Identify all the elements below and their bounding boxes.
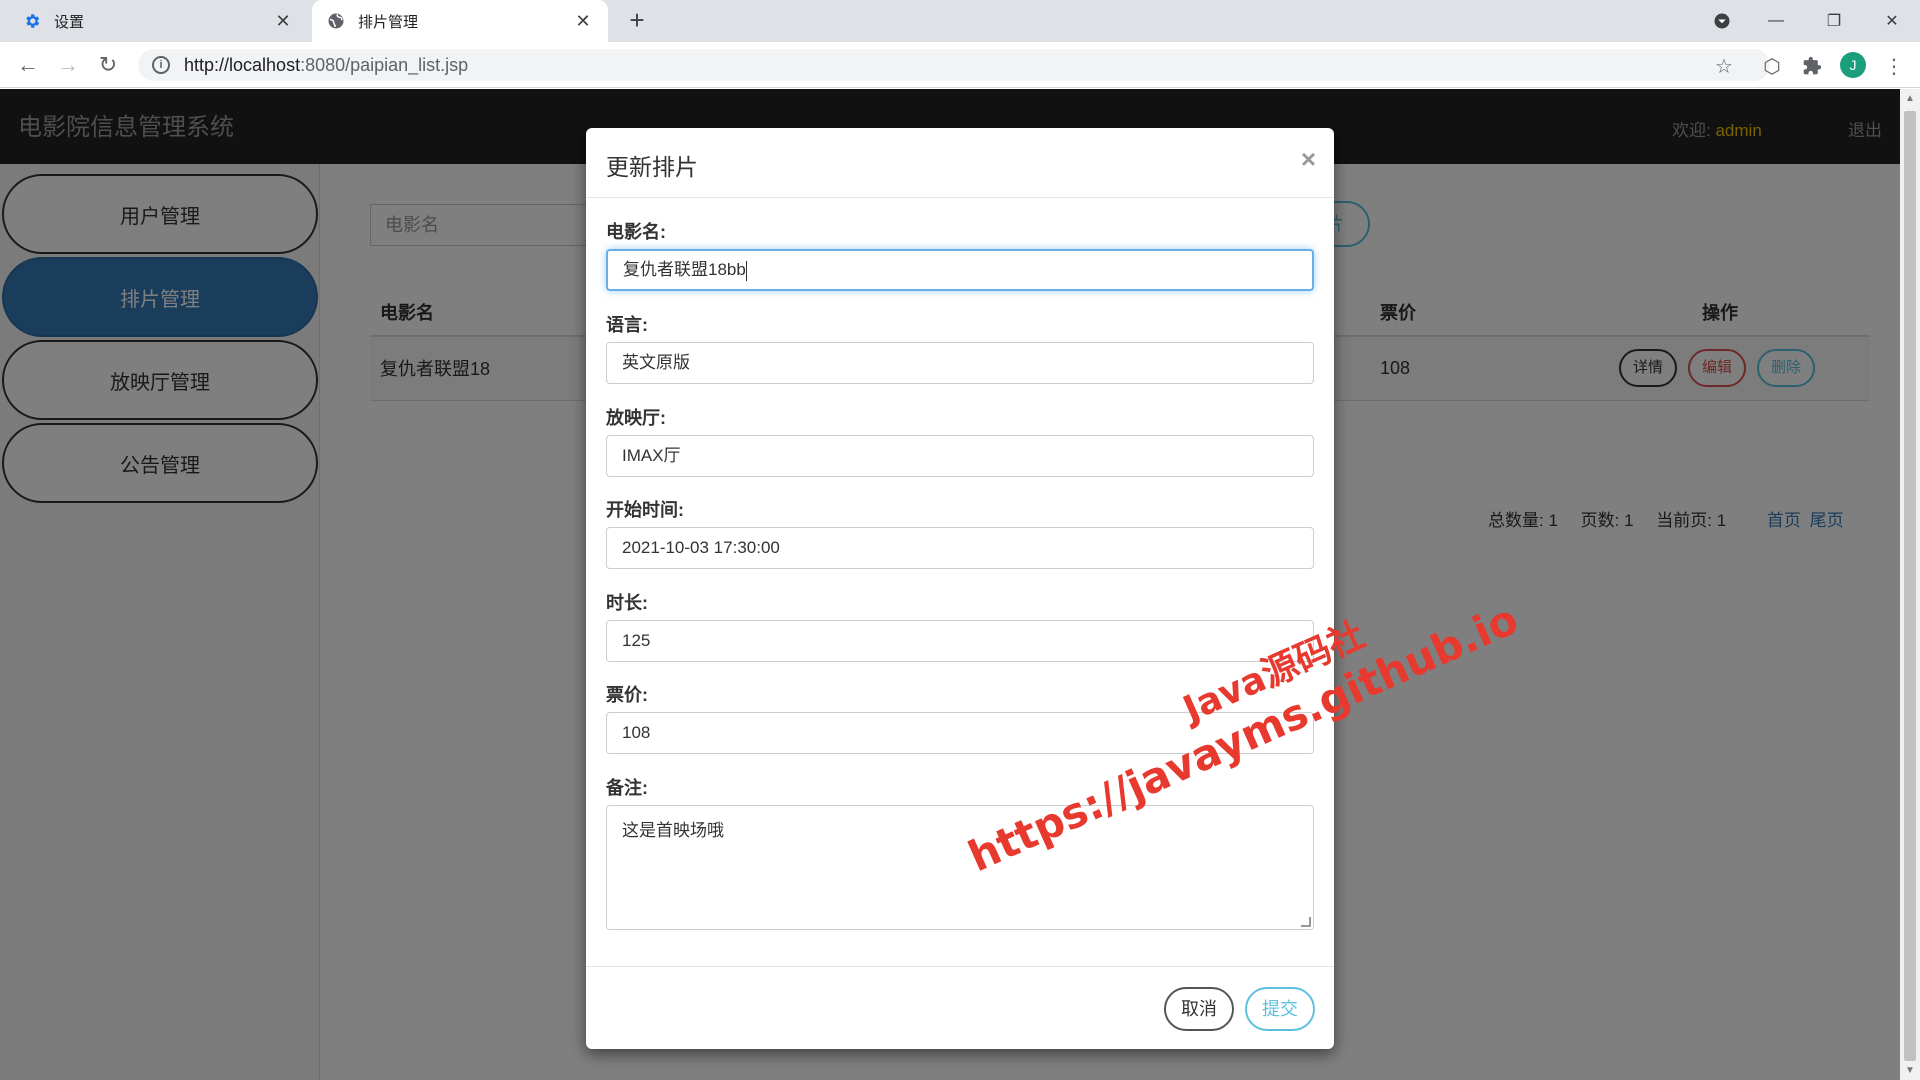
browser-tabstrip: 设置 ✕ 排片管理 ✕ + ― ❐ ✕ [0, 0, 1920, 42]
menu-dots-icon[interactable]: ⋮ [1882, 54, 1906, 78]
label-language: 语言: [606, 315, 648, 335]
price-input[interactable]: 108 [606, 712, 1314, 754]
tab-title: 设置 [54, 13, 85, 31]
restore-icon[interactable]: ❐ [1810, 0, 1858, 42]
modal-footer: 取消 提交 [586, 966, 1334, 1049]
globe-icon [326, 11, 346, 31]
back-icon[interactable]: ← [14, 51, 42, 79]
forward-icon[interactable]: → [54, 51, 82, 79]
resize-handle-icon[interactable] [1301, 917, 1311, 927]
tab-title: 排片管理 [358, 13, 419, 31]
page: 电影院信息管理系统 欢迎: admin 退出 用户管理 排片管理 放映厅管理 公… [0, 89, 1900, 1080]
label-note: 备注: [606, 778, 648, 798]
modal-header: 更新排片 × [586, 128, 1334, 198]
hall-input[interactable]: IMAX厅 [606, 435, 1314, 477]
cancel-button[interactable]: 取消 [1164, 987, 1234, 1031]
submit-button[interactable]: 提交 [1245, 987, 1315, 1031]
close-icon[interactable]: ✕ [572, 11, 594, 32]
label-start-time: 开始时间: [606, 500, 684, 520]
address-bar[interactable]: i http://localhost:8080/paipian_list.jsp [138, 49, 1770, 81]
movie-name-input[interactable]: 复仇者联盟18bb [606, 249, 1314, 291]
gear-icon [22, 11, 42, 31]
info-icon[interactable]: i [152, 56, 170, 74]
tab-paipian[interactable]: 排片管理 ✕ [312, 0, 608, 42]
bookmark-star-icon[interactable]: ☆ [1712, 54, 1736, 78]
extension-icon[interactable]: ⬡ [1760, 54, 1784, 78]
label-price: 票价: [606, 685, 648, 705]
label-movie: 电影名: [606, 222, 666, 242]
new-tab-button[interactable]: + [622, 6, 652, 36]
label-hall: 放映厅: [606, 408, 666, 428]
window-close-icon[interactable]: ✕ [1868, 0, 1916, 42]
language-input[interactable]: 英文原版 [606, 342, 1314, 384]
modal-title: 更新排片 [606, 154, 698, 180]
puzzle-icon[interactable] [1800, 54, 1824, 78]
start-time-input[interactable]: 2021-10-03 17:30:00 [606, 527, 1314, 569]
reload-icon[interactable]: ↻ [94, 51, 122, 79]
browser-toolbar: ← → ↻ i http://localhost:8080/paipian_li… [0, 42, 1920, 88]
scroll-down-icon[interactable]: ▼ [1905, 1065, 1915, 1076]
note-textarea[interactable]: 这是首映场哦 [606, 805, 1314, 930]
tab-search-icon[interactable] [1698, 0, 1746, 42]
scrollbar-thumb[interactable] [1904, 111, 1916, 1061]
profile-avatar[interactable]: J [1840, 52, 1866, 78]
page-scrollbar[interactable]: ▲ ▼ [1900, 89, 1920, 1080]
close-icon[interactable]: ✕ [272, 11, 294, 32]
url-path: :8080/paipian_list.jsp [300, 54, 469, 75]
duration-input[interactable]: 125 [606, 620, 1314, 662]
close-icon[interactable]: × [1301, 144, 1316, 175]
label-duration: 时长: [606, 593, 648, 613]
note-value: 这是首映场哦 [622, 821, 724, 840]
update-paipian-modal: 更新排片 × 电影名: 复仇者联盟18bb 语言: 英文原版 放映厅: IMAX… [586, 128, 1334, 1049]
url-host: http://localhost [184, 54, 301, 75]
minimize-icon[interactable]: ― [1752, 0, 1800, 42]
scroll-up-icon[interactable]: ▲ [1905, 93, 1915, 104]
movie-name-value: 复仇者联盟18bb [623, 260, 746, 279]
tab-settings[interactable]: 设置 ✕ [8, 0, 308, 42]
